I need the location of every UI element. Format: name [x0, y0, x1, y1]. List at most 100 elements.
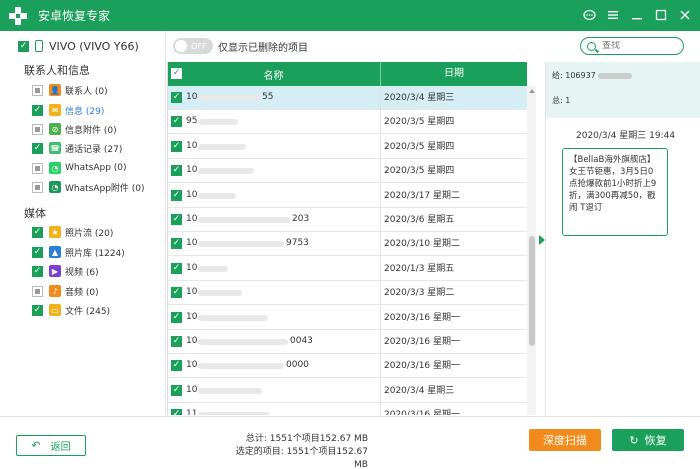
category-message-attachments[interactable]: ⊘ 信息附件 (0): [32, 122, 117, 136]
search-box[interactable]: [580, 37, 684, 55]
row-date: 2020/3/17 星期二: [380, 183, 460, 208]
row-checkbox[interactable]: ✓: [171, 189, 182, 201]
table-row[interactable]: ✓ 10 2020/3/4 星期三: [168, 378, 527, 403]
category-checkbox[interactable]: ✓: [32, 246, 43, 258]
category-label: WhatsApp附件 (0): [65, 183, 145, 194]
table-scrollbar[interactable]: [527, 86, 536, 415]
table-row[interactable]: ✓ 10 203 2020/3/6 星期五: [168, 208, 527, 232]
row-checkbox[interactable]: ✓: [171, 214, 182, 225]
recover-button-label: 恢复: [644, 434, 667, 447]
column-header-date[interactable]: 日期: [380, 62, 527, 86]
table-row[interactable]: ✓ 11 2020/3/16 星期一: [168, 403, 527, 415]
row-checkbox[interactable]: ✓: [171, 384, 182, 396]
category-checkbox[interactable]: [32, 162, 43, 174]
category-whatsapp-attachments[interactable]: ◔ WhatsApp附件 (0): [32, 180, 145, 194]
row-checkbox[interactable]: ✓: [171, 336, 182, 347]
row-checkbox[interactable]: ✓: [171, 116, 182, 128]
device-row[interactable]: ✓ VIVO (VIVO Y66): [18, 39, 139, 53]
category-sidebar: ✓ VIVO (VIVO Y66) 联系人和信息 👤 联系人 (0) ✓ ✉ 信…: [0, 31, 166, 415]
phone-call-icon: ☎: [49, 142, 61, 154]
category-whatsapp[interactable]: ◔ WhatsApp (0): [32, 161, 127, 175]
table-row[interactable]: ✓ 10 55 2020/3/4 星期三: [168, 86, 527, 110]
category-audio[interactable]: ♪ 音频 (0): [32, 284, 99, 298]
search-input[interactable]: [602, 41, 682, 51]
expand-arrow-icon[interactable]: [539, 235, 545, 245]
redacted-number: [198, 168, 254, 175]
deep-scan-button[interactable]: 深度扫描: [529, 429, 601, 451]
row-checkbox[interactable]: ✓: [171, 360, 182, 372]
row-checkbox[interactable]: ✓: [171, 92, 182, 103]
message-bubble: 【BellaB海外旗舰店】女王节钜惠，3月5日0点抢爆款前1小时折上9折，满30…: [562, 148, 668, 236]
table-row[interactable]: ✓ 10 0000 2020/3/16 星期一: [168, 354, 527, 379]
device-checkbox[interactable]: ✓: [18, 40, 29, 52]
detail-header: 给: 106937 总: 1: [546, 62, 700, 118]
scroll-up-arrow-icon[interactable]: [529, 89, 535, 93]
table-row[interactable]: ✓ 10 2020/3/5 星期四: [168, 134, 527, 159]
row-date: 2020/3/5 星期四: [380, 159, 454, 184]
row-name-start: 10: [186, 165, 198, 176]
category-checkbox[interactable]: ✓: [32, 142, 43, 154]
row-checkbox[interactable]: ✓: [171, 262, 182, 274]
category-checkbox[interactable]: [32, 181, 43, 193]
chat-icon[interactable]: [582, 6, 596, 24]
redacted-number: [198, 192, 236, 199]
table-row[interactable]: ✓ 10 2020/1/3 星期五: [168, 256, 527, 281]
redacted-number: [198, 339, 288, 345]
back-button[interactable]: ↶ 返回: [16, 435, 86, 456]
row-checkbox[interactable]: ✓: [171, 238, 182, 250]
row-date: 2020/3/5 星期四: [380, 134, 454, 159]
category-video[interactable]: ✓ ▶ 视频 (6): [32, 264, 99, 278]
row-date: 2020/3/16 星期一: [380, 403, 460, 415]
category-checkbox[interactable]: [32, 84, 43, 96]
maximize-icon[interactable]: [654, 6, 668, 24]
deleted-only-toggle[interactable]: OFF: [173, 38, 213, 54]
toggle-label: 仅显示已删除的项目: [218, 43, 308, 54]
app-logo-icon: [8, 6, 28, 26]
detail-total: 总: 1: [552, 96, 571, 105]
back-button-label: 返回: [50, 442, 71, 453]
row-checkbox[interactable]: ✓: [171, 409, 182, 415]
menu-icon[interactable]: [606, 6, 620, 24]
row-name-start: 95: [186, 116, 198, 127]
row-date: 2020/3/3 星期二: [380, 281, 454, 306]
row-name-start: 10: [186, 360, 198, 371]
row-name-start: 10: [186, 140, 198, 151]
close-icon[interactable]: [678, 6, 692, 24]
category-checkbox[interactable]: [32, 285, 43, 297]
category-checkbox[interactable]: ✓: [32, 104, 43, 116]
column-header-name[interactable]: 名称: [168, 67, 379, 82]
redacted-number: [198, 119, 238, 126]
table-row[interactable]: ✓ 10 2020/3/16 星期一: [168, 305, 527, 330]
row-name-end: 203: [292, 214, 310, 224]
category-photolibrary[interactable]: ✓ ▲ 照片库 (1224): [32, 245, 125, 259]
table-row[interactable]: ✓ 10 2020/3/17 星期二: [168, 183, 527, 208]
category-files[interactable]: ✓ ▭ 文件 (245): [32, 303, 110, 317]
table-row[interactable]: ✓ 10 9753 2020/3/10 星期二: [168, 232, 527, 257]
device-name: VIVO (VIVO Y66): [49, 39, 139, 53]
category-label: 通话记录 (27): [65, 144, 123, 155]
table-row[interactable]: ✓ 95 2020/3/5 星期四: [168, 110, 527, 135]
row-checkbox[interactable]: ✓: [171, 311, 182, 323]
category-call-log[interactable]: ✓ ☎ 通话记录 (27): [32, 141, 122, 155]
row-date: 2020/3/6 星期五: [380, 208, 454, 232]
table-row[interactable]: ✓ 10 0043 2020/3/16 星期一: [168, 330, 527, 354]
category-checkbox[interactable]: ✓: [32, 265, 43, 277]
minimize-icon[interactable]: [630, 6, 644, 24]
row-checkbox[interactable]: ✓: [171, 287, 182, 299]
table-row[interactable]: ✓ 10 2020/3/5 星期四: [168, 159, 527, 184]
recover-button[interactable]: ↻ 恢复: [612, 429, 684, 451]
row-name-start: 10: [186, 214, 198, 224]
category-checkbox[interactable]: ✓: [32, 304, 43, 316]
row-date: 2020/3/10 星期二: [380, 232, 460, 257]
category-checkbox[interactable]: ✓: [32, 226, 43, 238]
scrollbar-thumb[interactable]: [529, 236, 535, 346]
category-contacts[interactable]: 👤 联系人 (0): [32, 83, 108, 97]
row-checkbox[interactable]: ✓: [171, 140, 182, 152]
message-detail-pane: 给: 106937 总: 1 2020/3/4 星期三 19:44 【Bella…: [546, 62, 700, 415]
category-photostream[interactable]: ✓ ★ 照片流 (20): [32, 225, 113, 239]
table-row[interactable]: ✓ 10 2020/3/3 星期二: [168, 281, 527, 306]
category-checkbox[interactable]: [32, 123, 43, 135]
selection-summary: 总计: 1551个项目152.67 MB 选定的项目: 1551个项目152.6…: [228, 433, 368, 469]
row-checkbox[interactable]: ✓: [171, 165, 182, 177]
category-messages[interactable]: ✓ ✉ 信息 (29): [32, 103, 104, 117]
